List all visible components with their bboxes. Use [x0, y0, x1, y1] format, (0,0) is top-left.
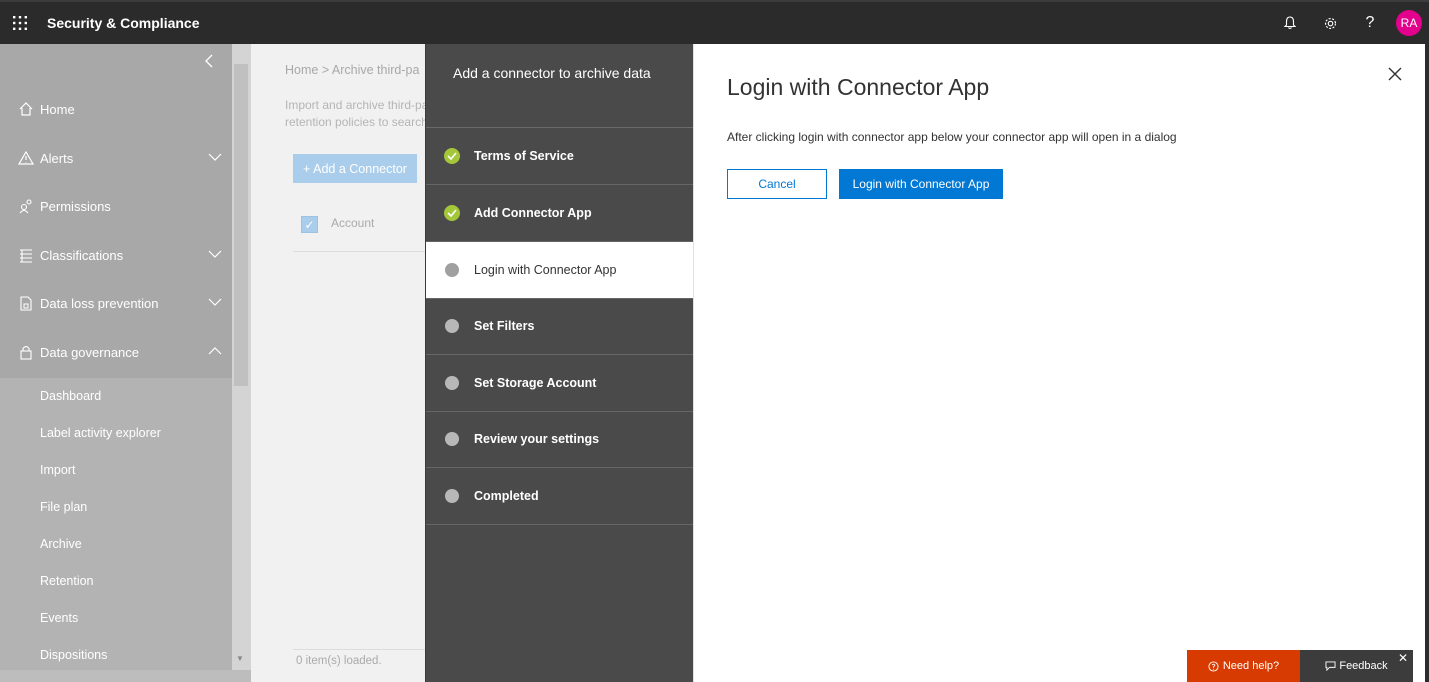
step-pending-icon	[445, 263, 459, 277]
sidebar-subitem-archive[interactable]: Archive	[40, 537, 82, 551]
sidebar-subitem-dashboard[interactable]: Dashboard	[40, 389, 101, 403]
classifications-icon	[14, 247, 38, 263]
help-bar: Need help? Feedback ✕	[1187, 650, 1413, 682]
items-loaded-status: 0 item(s) loaded.	[296, 655, 382, 667]
sidebar-bottom-strip	[0, 670, 251, 682]
wizard-step-label: Terms of Service	[474, 149, 574, 163]
wizard-step-review-your-settings[interactable]: Review your settings	[426, 411, 694, 468]
breadcrumb[interactable]: Home > Archive third-pa	[285, 63, 419, 77]
permissions-icon	[14, 198, 38, 214]
wizard-step-add-connector-app[interactable]: Add Connector App	[426, 185, 694, 242]
wizard-step-label: Set Filters	[474, 319, 535, 333]
page-description-line: Import and archive third-pa	[285, 98, 425, 112]
gear-icon[interactable]	[1310, 2, 1350, 44]
page-description: Import and archive third-pa retention po…	[285, 97, 425, 131]
window-edge	[1425, 44, 1429, 682]
help-circle-icon	[1208, 660, 1219, 672]
sidebar-item-data-loss-prevention[interactable]: Data loss prevention	[0, 279, 232, 327]
chevron-up-icon[interactable]	[208, 344, 222, 359]
wizard-step-label: Review your settings	[474, 432, 600, 446]
sidebar-item-data-governance[interactable]: Data governance	[0, 328, 232, 376]
check-icon	[444, 205, 460, 221]
home-icon	[14, 101, 38, 117]
sidebar-item-label: Data loss prevention	[40, 295, 159, 311]
feedback-label: Feedback	[1339, 660, 1388, 672]
sidebar-item-classifications[interactable]: Classifications	[0, 231, 232, 279]
lock-icon	[14, 344, 38, 360]
alert-icon	[14, 150, 38, 166]
sidebar-item-label: Classifications	[40, 247, 124, 263]
sidebar-subitem-events[interactable]: Events	[40, 611, 78, 625]
sidebar-item-permissions[interactable]: Permissions	[0, 182, 232, 230]
wizard-step-login-with-connector-app[interactable]: Login with Connector App	[426, 242, 694, 299]
sidebar: Home Alerts Permissions Classifications …	[0, 44, 232, 682]
app-title[interactable]: Security & Compliance	[47, 15, 200, 31]
sidebar-item-home[interactable]: Home	[0, 85, 232, 133]
close-icon[interactable]	[1385, 64, 1405, 84]
sidebar-scrollbar-thumb[interactable]	[234, 64, 248, 386]
help-icon[interactable]: ?	[1350, 2, 1390, 44]
sidebar-subitem-retention[interactable]: Retention	[40, 574, 94, 588]
archive-page-content: Home > Archive third-pa Import and archi…	[251, 44, 425, 682]
cancel-button[interactable]: Cancel	[727, 169, 827, 199]
top-bar: Security & Compliance ? RA	[0, 0, 1429, 44]
sidebar-item-label: Alerts	[40, 150, 74, 166]
chevron-down-icon[interactable]	[208, 247, 222, 262]
chevron-down-icon[interactable]	[208, 150, 222, 165]
login-with-connector-app-button[interactable]: Login with Connector App	[839, 169, 1003, 199]
sidebar-subitem-label-activity-explorer[interactable]: Label activity explorer	[40, 426, 161, 440]
need-help-label: Need help?	[1222, 660, 1280, 672]
avatar[interactable]: RA	[1396, 10, 1422, 36]
wizard-steps-panel: Add a connector to archive data Terms of…	[425, 44, 694, 682]
wizard-step-completed[interactable]: Completed	[426, 468, 694, 525]
background-page: Home Alerts Permissions Classifications …	[0, 44, 425, 682]
wizard-step-label: Set Storage Account	[474, 376, 597, 390]
divider	[293, 251, 425, 252]
waffle-icon[interactable]	[0, 2, 40, 44]
page-description-line: retention policies to search	[285, 115, 425, 129]
column-header-account[interactable]: Account	[331, 216, 374, 230]
sidebar-item-label: Data governance	[40, 344, 140, 360]
sidebar-item-alerts[interactable]: Alerts	[0, 134, 232, 182]
sidebar-subitem-import[interactable]: Import	[40, 463, 75, 477]
step-pending-icon	[445, 489, 459, 503]
bell-icon[interactable]	[1270, 2, 1310, 44]
wizard-title: Add a connector to archive data	[453, 65, 651, 81]
sidebar-subitem-file-plan[interactable]: File plan	[40, 500, 87, 514]
select-all-checkbox[interactable]: ✓	[301, 216, 318, 233]
wizard-step-set-filters[interactable]: Set Filters	[426, 298, 694, 355]
scroll-down-icon[interactable]: ▼	[236, 654, 244, 663]
comment-icon	[1325, 661, 1336, 671]
wizard-step-terms-of-service[interactable]: Terms of Service	[426, 128, 694, 185]
need-help-button[interactable]: Need help?	[1187, 650, 1300, 682]
step-pending-icon	[445, 319, 459, 333]
wizard-step-set-storage-account[interactable]: Set Storage Account	[426, 355, 694, 412]
close-help-icon[interactable]: ✕	[1398, 651, 1408, 665]
step-pending-icon	[445, 432, 459, 446]
check-icon	[444, 148, 460, 164]
feedback-button[interactable]: Feedback ✕	[1300, 650, 1413, 682]
chevron-down-icon[interactable]	[208, 295, 222, 310]
wizard-step-label: Login with Connector App	[474, 263, 617, 277]
dlp-icon	[14, 295, 38, 311]
divider	[293, 649, 425, 650]
sidebar-item-label: Home	[40, 101, 75, 117]
sidebar-subitem-dispositions[interactable]: Dispositions	[40, 648, 107, 662]
panel-title: Login with Connector App	[727, 74, 990, 100]
sidebar-item-label: Permissions	[40, 198, 111, 214]
data-governance-submenu: Dashboard Label activity explorer Import…	[0, 378, 232, 682]
collapse-nav-icon[interactable]	[204, 54, 214, 73]
wizard-step-label: Add Connector App	[474, 206, 592, 220]
add-connector-button[interactable]: + Add a Connector	[293, 154, 417, 183]
login-connector-panel: Login with Connector App After clicking …	[693, 44, 1429, 682]
step-pending-icon	[445, 376, 459, 390]
panel-instructions: After clicking login with connector app …	[727, 130, 1177, 144]
wizard-step-label: Completed	[474, 489, 539, 503]
